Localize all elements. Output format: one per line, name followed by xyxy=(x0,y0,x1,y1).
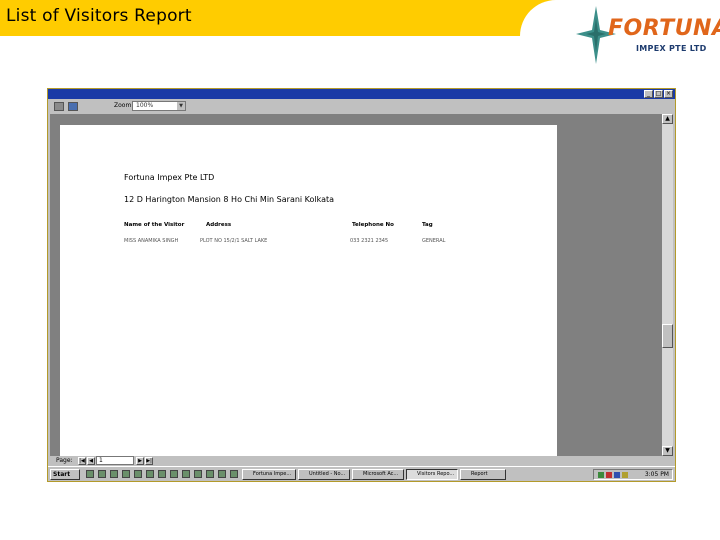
window-controls: _ □ × xyxy=(644,90,673,98)
report-page: Fortuna Impex Pte LTD 12 D Harington Man… xyxy=(60,125,557,456)
page-number-input[interactable]: 1 xyxy=(96,456,134,465)
page-navigation: Page: |◀ ◀ 1 ▶ ▶| xyxy=(48,456,675,466)
quicklaunch-desktop-icon[interactable] xyxy=(110,470,118,478)
report-preview-area: Fortuna Impex Pte LTD 12 D Harington Man… xyxy=(50,114,662,456)
export-icon[interactable] xyxy=(68,102,78,111)
logo-brand-text: FORTUNA xyxy=(608,16,720,41)
first-page-icon[interactable]: |◀ xyxy=(78,457,86,465)
report-address: 12 D Harington Mansion 8 Ho Chi Min Sara… xyxy=(124,195,335,204)
taskbar-item[interactable]: Untitled - No... xyxy=(298,469,350,480)
tray-antivirus-icon[interactable] xyxy=(606,472,612,478)
taskbar-item[interactable]: Report xyxy=(460,469,506,480)
toolbar: Zoom 100% ▼ xyxy=(48,100,675,113)
minimize-button[interactable]: _ xyxy=(644,90,653,98)
quicklaunch-media-icon[interactable] xyxy=(134,470,142,478)
scrollbar-thumb[interactable] xyxy=(662,324,673,348)
scroll-down-icon[interactable]: ▼ xyxy=(662,446,673,456)
quicklaunch-explorer-icon[interactable] xyxy=(122,470,130,478)
quicklaunch-access-icon[interactable] xyxy=(170,470,178,478)
system-tray: 3:05 PM xyxy=(593,469,673,480)
logo-subtext: IMPEX PTE LTD xyxy=(636,44,707,53)
chevron-down-icon[interactable]: ▼ xyxy=(177,102,185,110)
tray-volume-icon[interactable] xyxy=(614,472,620,478)
quicklaunch-excel-icon[interactable] xyxy=(158,470,166,478)
taskbar-item[interactable]: Visitors Repo... xyxy=(406,469,458,480)
quicklaunch-outlook-icon[interactable] xyxy=(98,470,106,478)
report-company-name: Fortuna Impex Pte LTD xyxy=(124,173,215,182)
company-logo: FORTUNA IMPEX PTE LTD xyxy=(572,0,720,70)
column-header-address: Address xyxy=(206,222,232,228)
table-cell-telephone: 033 2321 2345 xyxy=(350,238,389,244)
column-header-tag: Tag xyxy=(422,222,433,228)
table-cell-tag: GENERAL xyxy=(422,238,446,244)
quicklaunch-help-icon[interactable] xyxy=(230,470,238,478)
maximize-button[interactable]: □ xyxy=(654,90,663,98)
quicklaunch-word-icon[interactable] xyxy=(146,470,154,478)
column-header-telephone: Telephone No xyxy=(352,222,394,228)
page-label: Page: xyxy=(56,457,73,464)
taskbar-item[interactable]: Fortuna Impe... xyxy=(242,469,296,480)
zoom-dropdown[interactable]: 100% ▼ xyxy=(132,101,186,111)
clock: 3:05 PM xyxy=(644,471,669,478)
window-titlebar: _ □ × xyxy=(48,89,675,99)
tray-network-icon[interactable] xyxy=(598,472,604,478)
table-cell-name: MISS ANAMIKA SINGH xyxy=(124,238,179,244)
print-icon[interactable] xyxy=(54,102,64,111)
close-button[interactable]: × xyxy=(664,90,673,98)
quicklaunch-tools-icon[interactable] xyxy=(218,470,226,478)
scroll-up-icon[interactable]: ▲ xyxy=(662,114,673,124)
table-cell-address: PLOT NO 15/2/1 SALT LAKE xyxy=(200,238,268,244)
zoom-label: Zoom xyxy=(114,102,132,109)
quicklaunch-settings-icon[interactable] xyxy=(206,470,214,478)
last-page-icon[interactable]: ▶| xyxy=(145,457,153,465)
taskbar: Start Fortuna Impe... Untitled - No... M… xyxy=(48,466,675,481)
tray-app-icon[interactable] xyxy=(622,472,628,478)
header-swoosh xyxy=(520,0,580,36)
quicklaunch-ie-icon[interactable] xyxy=(86,470,94,478)
next-page-icon[interactable]: ▶ xyxy=(136,457,144,465)
vertical-scrollbar[interactable]: ▲ ▼ xyxy=(662,114,673,456)
quicklaunch-ftp-icon[interactable] xyxy=(194,470,202,478)
column-header-name: Name of the Visitor xyxy=(124,222,185,228)
zoom-value: 100% xyxy=(136,102,154,109)
prev-page-icon[interactable]: ◀ xyxy=(87,457,95,465)
app-window: _ □ × Zoom 100% ▼ Fortuna Impex Pte LTD … xyxy=(47,88,676,482)
quicklaunch-paint-icon[interactable] xyxy=(182,470,190,478)
taskbar-item[interactable]: Microsoft Ac... xyxy=(352,469,404,480)
slide-title: List of Visitors Report xyxy=(6,6,192,26)
start-button[interactable]: Start xyxy=(50,469,80,480)
